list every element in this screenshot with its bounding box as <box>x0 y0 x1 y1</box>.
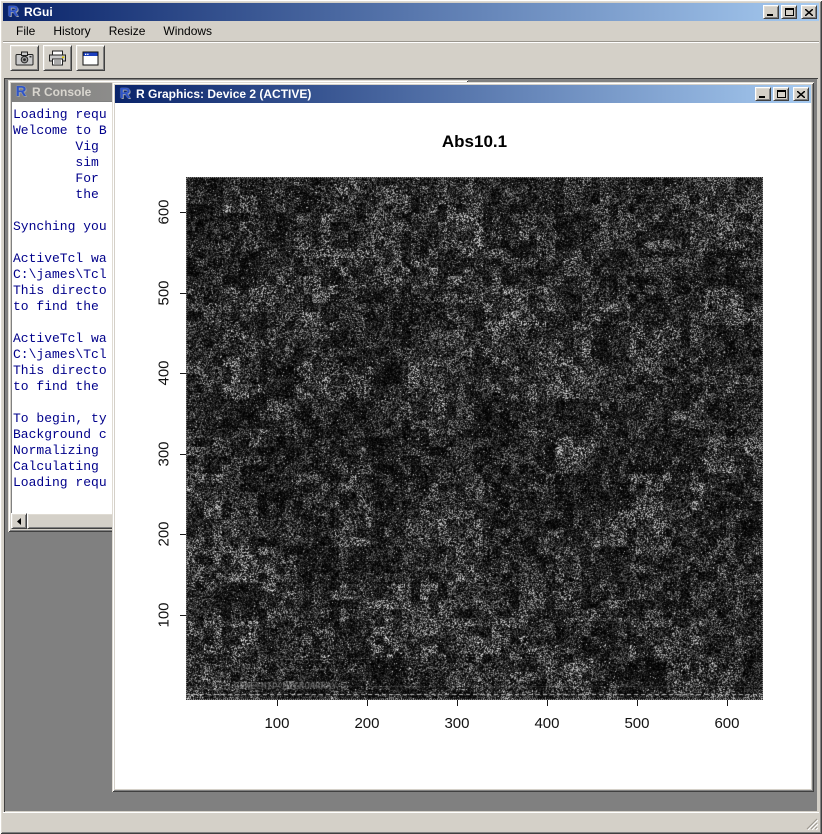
printer-icon <box>48 50 67 66</box>
close-button[interactable] <box>801 5 817 19</box>
x-axis-tick <box>277 700 278 706</box>
graphics-minimize-button[interactable] <box>755 87 771 101</box>
close-icon <box>805 9 813 16</box>
graphics-titlebar[interactable]: R R Graphics: Device 2 (ACTIVE) <box>115 85 811 103</box>
console-button[interactable] <box>76 45 105 71</box>
y-axis-tick-label: 600 <box>156 199 173 224</box>
x-axis-tick <box>457 700 458 706</box>
menu-item-file[interactable]: File <box>7 22 44 40</box>
y-axis-tick-label: 300 <box>156 441 173 466</box>
scroll-left-button[interactable] <box>11 513 27 529</box>
x-axis-tick <box>547 700 548 706</box>
y-axis-tick-label: 500 <box>156 280 173 305</box>
window-title: RGui <box>24 5 53 19</box>
x-axis-tick-label: 600 <box>705 715 749 732</box>
menu-item-resize[interactable]: Resize <box>100 22 155 40</box>
r-logo-icon: R <box>117 86 133 102</box>
graphics-window[interactable]: R R Graphics: Device 2 (ACTIVE) Abs10.1 <box>112 82 814 792</box>
console-window-icon <box>82 51 99 66</box>
y-axis-tick <box>180 212 186 213</box>
y-axis-tick <box>180 293 186 294</box>
x-axis-tick-label: 200 <box>345 715 389 732</box>
minimize-icon <box>767 9 775 16</box>
microarray-image <box>186 177 763 700</box>
graphics-maximize-button[interactable] <box>773 87 789 101</box>
print-button[interactable] <box>43 45 72 71</box>
rgui-window: R RGui FileHistoryResizeWindows <box>0 0 822 834</box>
close-icon <box>797 91 805 98</box>
scroll-left-icon <box>16 518 22 525</box>
y-axis-tick <box>180 373 186 374</box>
y-axis-tick <box>180 534 186 535</box>
camera-icon <box>15 51 34 66</box>
y-axis-tick <box>180 454 186 455</box>
status-bar <box>3 812 819 831</box>
y-axis-tick <box>180 615 186 616</box>
menu-bar: FileHistoryResizeWindows <box>3 21 819 41</box>
minimize-icon <box>759 91 767 98</box>
maximize-icon <box>777 90 786 98</box>
x-axis-tick-label: 300 <box>435 715 479 732</box>
plot-title: Abs10.1 <box>186 132 763 152</box>
maximize-icon <box>785 8 794 16</box>
r-logo-icon: R <box>5 4 21 20</box>
menu-item-history[interactable]: History <box>44 22 99 40</box>
r-logo-icon: R <box>13 84 29 100</box>
maximize-button[interactable] <box>781 5 797 19</box>
y-axis-tick-label: 400 <box>156 361 173 386</box>
resize-grip[interactable] <box>804 816 818 830</box>
plot-canvas-area: Abs10.1 100 200 300 400 500 600 100 200 300 400 50… <box>115 103 811 789</box>
mdi-area: R R Console Loading requWelcome to B Vig… <box>4 78 818 812</box>
copy-to-clipboard-button[interactable] <box>10 45 39 71</box>
toolbar <box>3 41 819 74</box>
minimize-button[interactable] <box>763 5 779 19</box>
main-titlebar[interactable]: R RGui <box>3 3 819 21</box>
x-axis-tick <box>727 700 728 706</box>
x-axis-tick-label: 500 <box>615 715 659 732</box>
x-axis-tick-label: 400 <box>525 715 569 732</box>
x-axis-tick <box>367 700 368 706</box>
x-axis-tick-label: 100 <box>255 715 299 732</box>
graphics-close-button[interactable] <box>793 87 809 101</box>
x-axis-tick <box>637 700 638 706</box>
graphics-title: R Graphics: Device 2 (ACTIVE) <box>136 87 311 101</box>
console-title: R Console <box>32 85 91 99</box>
y-axis-tick-label: 100 <box>156 602 173 627</box>
menu-item-windows[interactable]: Windows <box>154 22 221 40</box>
y-axis-tick-label: 200 <box>156 522 173 547</box>
